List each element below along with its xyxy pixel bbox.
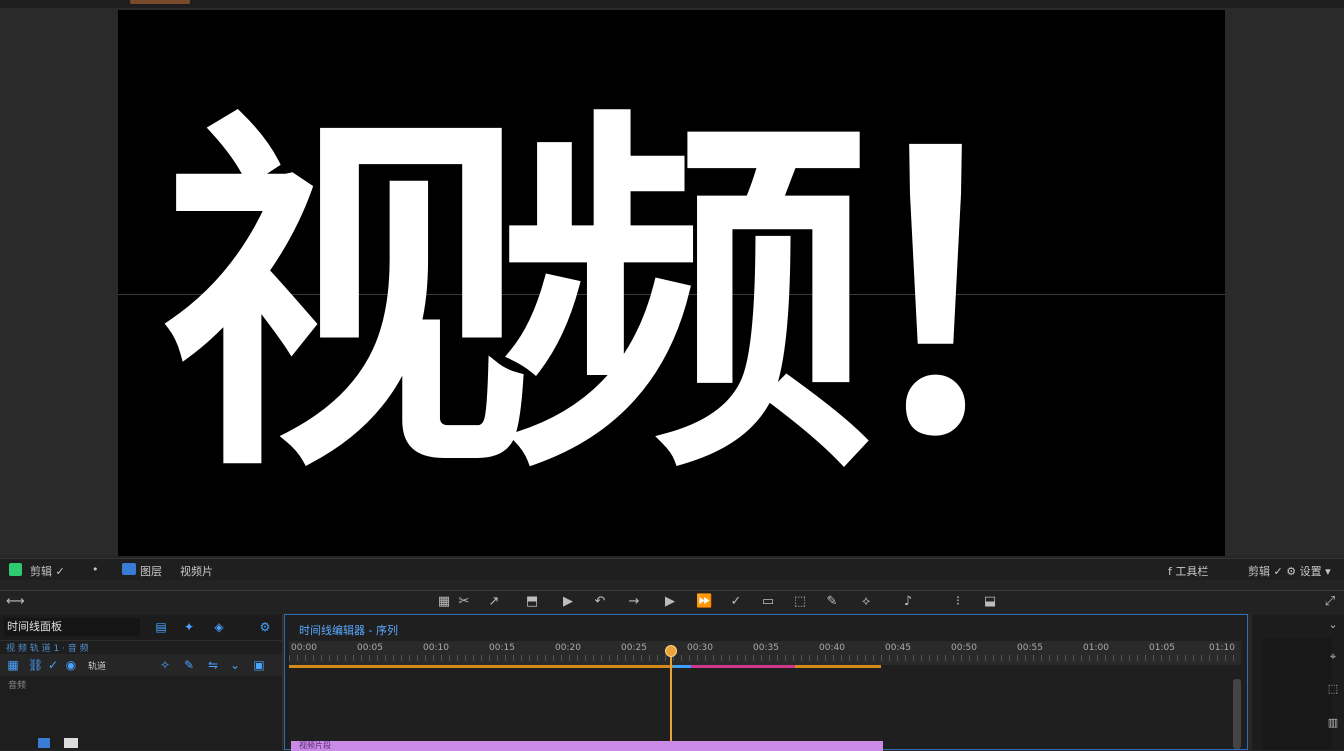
status-left-label: 剪辑 ✓ xyxy=(30,565,65,578)
rect-icon[interactable]: ▭ xyxy=(760,594,776,610)
render-bar xyxy=(691,665,795,668)
tick-label: 00:00 xyxy=(291,643,317,653)
preview-scrub-ruler[interactable] xyxy=(0,580,1344,591)
folder-icon[interactable]: ▤ xyxy=(154,620,168,634)
audio-track-label: 音频 xyxy=(8,681,27,691)
settings-icon[interactable]: ⚙ xyxy=(258,620,272,634)
transition-icon[interactable]: ⇋ xyxy=(206,658,220,672)
window-top-strip xyxy=(0,0,1344,8)
track-name-field[interactable]: 时间线面板 xyxy=(4,618,140,636)
cut-icon[interactable]: ✂ xyxy=(456,594,472,610)
wand-icon[interactable]: ✎ xyxy=(182,658,196,672)
layers-icon[interactable]: ◈ xyxy=(212,620,226,634)
tick-label: 00:30 xyxy=(687,643,713,653)
grid-icon[interactable]: ▦ xyxy=(436,594,452,610)
play-icon[interactable]: ▶ xyxy=(560,594,576,610)
check-icon[interactable]: ✓ xyxy=(728,594,744,610)
tick-label: 00:10 xyxy=(423,643,449,653)
pen-icon[interactable]: ✎ xyxy=(824,594,840,610)
record-indicator-icon[interactable] xyxy=(9,563,22,576)
program-monitor[interactable]: 视频！ xyxy=(118,10,1225,556)
sparkle-icon[interactable]: ✦ xyxy=(182,620,196,634)
track-tool-label: 轨道 xyxy=(88,662,107,672)
track-row[interactable] xyxy=(0,738,282,750)
forward-icon[interactable]: ⏩ xyxy=(696,594,712,610)
fullscreen-icon[interactable]: ⤢ xyxy=(1322,594,1338,610)
tick-label: 00:50 xyxy=(951,643,977,653)
status-bar: 剪辑 ✓ • 图层 视频片 f 工具栏 剪辑 ✓ ⚙ 设置 ▾ xyxy=(0,558,1344,581)
clip-label: 视频片段 xyxy=(299,741,331,750)
playhead-handle[interactable] xyxy=(665,645,677,657)
marker-icon[interactable]: ⬒ xyxy=(524,594,540,610)
toolbar-toggle[interactable]: f 工具栏 xyxy=(1168,563,1208,579)
effects-icon[interactable]: ✧ xyxy=(158,658,172,672)
status-mark: • xyxy=(92,563,99,576)
more-icon[interactable]: ⁝ xyxy=(950,594,966,610)
tick-label: 00:55 xyxy=(1017,643,1043,653)
work-area-bar[interactable] xyxy=(289,665,675,668)
frame-icon[interactable]: ⬚ xyxy=(792,594,808,610)
preview-title-text: 视频！ xyxy=(158,83,1215,516)
window-icon[interactable]: ▣ xyxy=(252,658,266,672)
zoom-slider-icon[interactable]: ⟷ xyxy=(6,594,25,610)
tick-label: 00:45 xyxy=(885,643,911,653)
status-mode-label[interactable]: 图层 xyxy=(140,563,162,579)
window-tab-indicator[interactable] xyxy=(130,0,190,4)
crop-icon[interactable]: ⬚ xyxy=(1326,682,1340,696)
link-icon[interactable]: ⛓ xyxy=(28,658,43,672)
status-sub-label: 视频片 xyxy=(180,565,213,578)
playhead-line[interactable] xyxy=(670,649,672,751)
timeline-title: 时间线编辑器 - 序列 xyxy=(299,624,398,637)
tick-label: 01:00 xyxy=(1083,643,1109,653)
tick-label: 00:15 xyxy=(489,643,515,653)
selection-bar xyxy=(673,665,691,668)
tick-label: 01:05 xyxy=(1149,643,1175,653)
transport-toolbar: ⟷ ▦ ✂ ↗ ⬒ ▶ ↶ → ▶ ⏩ ✓ ▭ ⬚ ✎ ⟡ ♪ ⁝ ⬓ ⤢ xyxy=(0,591,1344,613)
rewind-icon[interactable]: ↶ xyxy=(592,594,608,610)
lock-icon[interactable]: ▦ xyxy=(6,658,20,672)
tick-label: 00:05 xyxy=(357,643,383,653)
chevron-down-icon[interactable]: ⌄ xyxy=(228,658,242,672)
track-tools-row: ▦ ⛓ ✓ ◉ 轨道 ✧ ✎ ⇋ ⌄ ▣ xyxy=(0,654,282,676)
right-panel-content xyxy=(1262,638,1332,750)
blade-icon[interactable]: ⟡ xyxy=(858,594,874,610)
track-header-panel: 时间线面板 ▤ ✦ ◈ ⚙ 视 频 轨 道 1 · 音 频 ▦ ⛓ ✓ ◉ 轨道… xyxy=(0,614,283,750)
tick-label: 00:40 xyxy=(819,643,845,653)
track-thumbnail-icon xyxy=(64,738,78,748)
audio-icon[interactable]: ♪ xyxy=(900,594,916,610)
tick-label: 00:35 xyxy=(753,643,779,653)
panel-icon[interactable]: ▥ xyxy=(1326,716,1340,730)
right-side-panel: ⌄ ⌖ ⬚ ▥ xyxy=(1252,614,1344,750)
check-icon[interactable]: ✓ xyxy=(46,658,60,672)
work-area-bar xyxy=(795,665,881,668)
track-color-icon xyxy=(38,738,50,748)
tool-icon[interactable]: ⌖ xyxy=(1326,650,1340,664)
timeline-panel[interactable]: 时间线编辑器 - 序列 00:00 00:05 00:10 00:15 00:2… xyxy=(284,614,1248,751)
arrow-icon[interactable]: → xyxy=(626,594,642,610)
tick-label: 00:20 xyxy=(555,643,581,653)
ruler-ticks xyxy=(289,655,1241,661)
settings-menu[interactable]: 剪辑 ✓ ⚙ 设置 ▾ xyxy=(1248,563,1331,579)
vertical-scrollbar[interactable] xyxy=(1233,679,1241,749)
timeline-ruler[interactable]: 00:00 00:05 00:10 00:15 00:20 00:25 00:3… xyxy=(289,641,1241,665)
layers-toggle-icon[interactable] xyxy=(122,563,136,575)
play-main-icon[interactable]: ▶ xyxy=(662,594,678,610)
track-subtitle: 视 频 轨 道 1 · 音 频 xyxy=(6,644,89,654)
ripple-icon[interactable]: ↗ xyxy=(486,594,502,610)
target-icon[interactable]: ◉ xyxy=(64,658,78,672)
track-panel-header: 时间线面板 ▤ ✦ ◈ ⚙ xyxy=(0,614,282,641)
export-icon[interactable]: ⬓ xyxy=(982,594,998,610)
tick-label: 00:25 xyxy=(621,643,647,653)
chevron-down-icon[interactable]: ⌄ xyxy=(1326,618,1340,632)
tick-label: 01:10 xyxy=(1209,643,1235,653)
